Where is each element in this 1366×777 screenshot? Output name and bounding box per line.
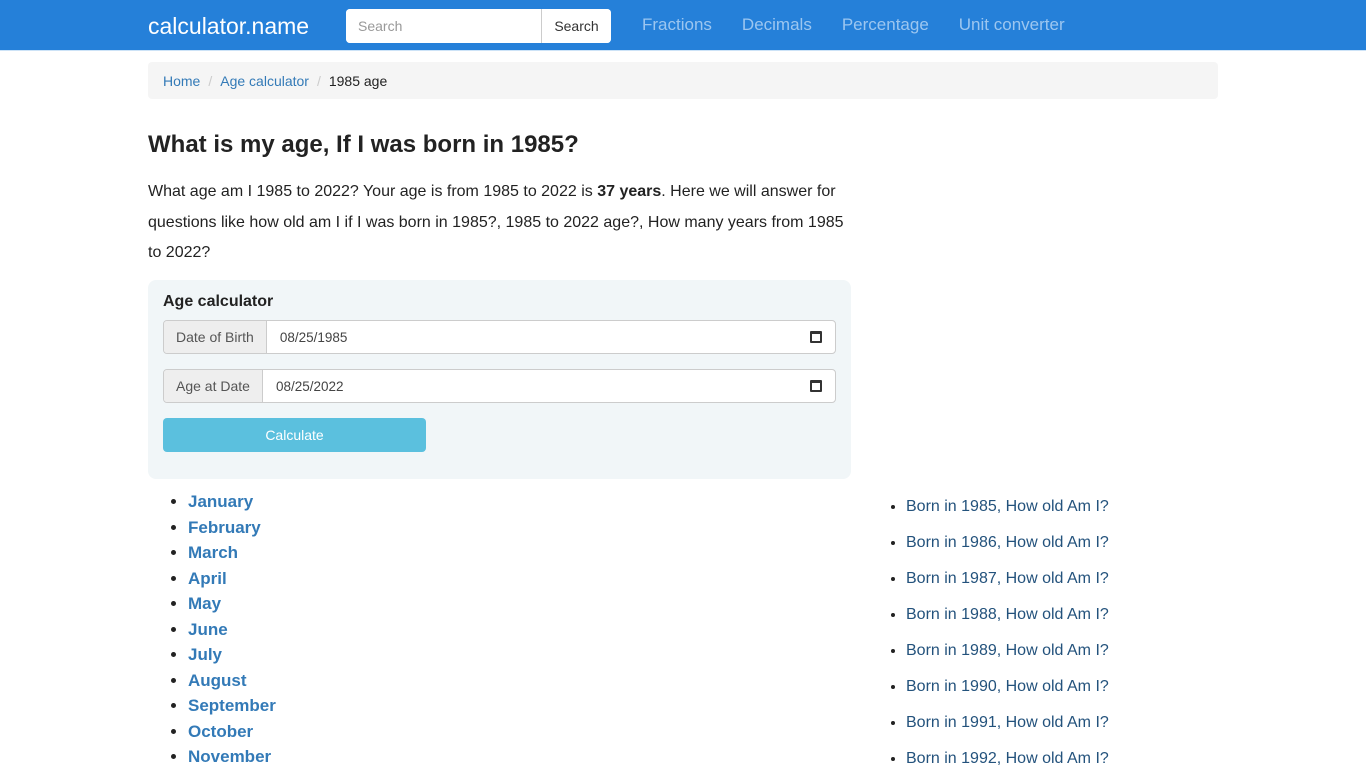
birth-year-link[interactable]: Born in 1985, How old Am I? <box>906 498 1109 515</box>
list-item: March <box>188 540 276 566</box>
age-calculator-card: Age calculator Date of Birth 08/25/1985 … <box>148 280 851 479</box>
search-form: Search <box>346 9 611 43</box>
list-item: Born in 1988, How old Am I? <box>906 597 1109 633</box>
age-at-date-value: 08/25/2022 <box>275 378 344 394</box>
search-button[interactable]: Search <box>542 9 611 43</box>
breadcrumb: Home / Age calculator / 1985 age <box>148 62 1218 99</box>
calendar-icon[interactable] <box>810 380 822 392</box>
list-item: Born in 1990, How old Am I? <box>906 669 1109 705</box>
breadcrumb-age-calculator[interactable]: Age calculator <box>220 73 309 89</box>
calculate-button[interactable]: Calculate <box>163 418 426 452</box>
search-input[interactable] <box>346 9 542 43</box>
months-list: January February March April May June Ju… <box>148 489 276 770</box>
nav-percentage[interactable]: Percentage <box>827 15 944 35</box>
list-item: February <box>188 515 276 541</box>
intro-paragraph: What age am I 1985 to 2022? Your age is … <box>148 177 853 269</box>
list-item: Born in 1992, How old Am I? <box>906 741 1109 777</box>
age-result: 37 years <box>597 183 662 200</box>
list-item: July <box>188 642 276 668</box>
list-item: Born in 1987, How old Am I? <box>906 561 1109 597</box>
birth-year-link[interactable]: Born in 1992, How old Am I? <box>906 750 1109 767</box>
month-link[interactable]: May <box>188 594 221 613</box>
list-item: November <box>188 744 276 770</box>
breadcrumb-separator: / <box>208 72 213 89</box>
breadcrumb-home[interactable]: Home <box>163 73 200 89</box>
list-item: January <box>188 489 276 515</box>
list-item: June <box>188 617 276 643</box>
birth-year-link[interactable]: Born in 1986, How old Am I? <box>906 534 1109 551</box>
age-at-date-label: Age at Date <box>164 370 263 402</box>
month-link[interactable]: January <box>188 492 253 511</box>
month-link[interactable]: August <box>188 671 247 690</box>
month-link[interactable]: October <box>188 722 253 741</box>
list-item: April <box>188 566 276 592</box>
list-item: Born in 1991, How old Am I? <box>906 705 1109 741</box>
breadcrumb-separator: / <box>316 72 321 89</box>
month-link[interactable]: March <box>188 543 238 562</box>
month-link[interactable]: November <box>188 747 271 766</box>
list-item: May <box>188 591 276 617</box>
birth-year-link[interactable]: Born in 1987, How old Am I? <box>906 570 1109 587</box>
month-link[interactable]: June <box>188 620 228 639</box>
month-link[interactable]: September <box>188 696 276 715</box>
birth-year-link[interactable]: Born in 1991, How old Am I? <box>906 714 1109 731</box>
nav-unit-converter[interactable]: Unit converter <box>944 15 1080 35</box>
nav-fractions[interactable]: Fractions <box>627 15 727 35</box>
list-item: Born in 1986, How old Am I? <box>906 525 1109 561</box>
month-link[interactable]: July <box>188 645 222 664</box>
page-title: What is my age, If I was born in 1985? <box>148 131 579 158</box>
list-item: September <box>188 693 276 719</box>
list-item: August <box>188 668 276 694</box>
birth-years-list: Born in 1985, How old Am I? Born in 1986… <box>866 489 1109 777</box>
dob-value: 08/25/1985 <box>279 329 348 345</box>
month-link[interactable]: April <box>188 569 227 588</box>
top-navbar: calculator.name Search Fractions Decimal… <box>0 0 1366 51</box>
calendar-icon[interactable] <box>810 331 822 343</box>
age-at-date-input-group: Age at Date 08/25/2022 <box>163 369 836 403</box>
calculator-title: Age calculator <box>163 293 274 310</box>
nav-decimals[interactable]: Decimals <box>727 15 827 35</box>
dob-input-group: Date of Birth 08/25/1985 <box>163 320 836 354</box>
brand-logo-link[interactable]: calculator.name <box>148 12 309 40</box>
list-item: Born in 1989, How old Am I? <box>906 633 1109 669</box>
month-link[interactable]: February <box>188 518 261 537</box>
nav-links: Fractions Decimals Percentage Unit conve… <box>627 15 1080 35</box>
birth-year-link[interactable]: Born in 1990, How old Am I? <box>906 678 1109 695</box>
breadcrumb-current: 1985 age <box>328 72 388 89</box>
dob-date-input[interactable]: 08/25/1985 <box>267 321 835 353</box>
list-item: Born in 1985, How old Am I? <box>906 489 1109 525</box>
dob-label: Date of Birth <box>164 321 267 353</box>
birth-year-link[interactable]: Born in 1988, How old Am I? <box>906 606 1109 623</box>
age-at-date-input[interactable]: 08/25/2022 <box>263 370 835 402</box>
intro-text-start: What age am I 1985 to 2022? Your age is … <box>148 183 598 200</box>
list-item: October <box>188 719 276 745</box>
birth-year-link[interactable]: Born in 1989, How old Am I? <box>906 642 1109 659</box>
